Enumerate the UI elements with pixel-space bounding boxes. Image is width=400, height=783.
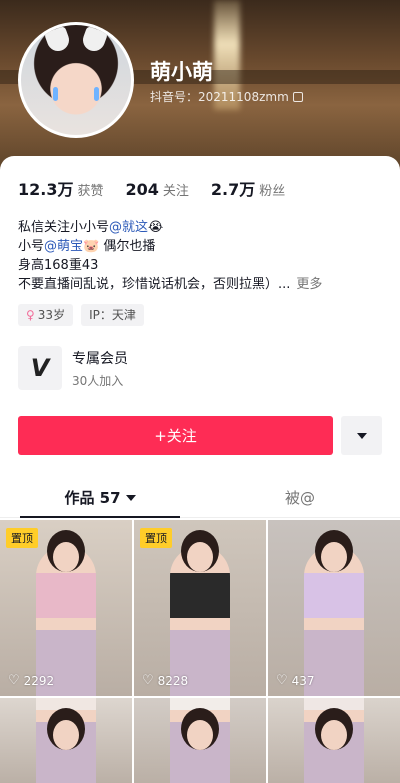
profile-header-background: 萌小萌 抖音号：20211108zmm: [0, 0, 400, 175]
stat-value: 2.7万: [210, 180, 256, 199]
bio-text: 私信关注小小号: [18, 220, 110, 235]
tab-works-label: 作品 57: [64, 489, 121, 507]
post-tile[interactable]: [134, 698, 266, 783]
mention-link[interactable]: @萌宝: [44, 239, 83, 254]
post-thumbnail-head: [53, 542, 79, 572]
female-icon: ♀: [26, 308, 35, 322]
caret-down-icon: [356, 432, 367, 439]
ip-text: IP：天津: [89, 308, 136, 322]
cat-ear-icon: [43, 25, 73, 55]
follow-button[interactable]: +关注: [18, 416, 333, 455]
membership-logo-icon: V: [18, 346, 62, 390]
douyin-id[interactable]: 抖音号：20211108zmm: [150, 88, 303, 105]
pinned-badge: 置顶: [140, 528, 172, 548]
heart-icon: ♡: [8, 673, 20, 688]
stat-followers[interactable]: 2.7万 粉丝: [211, 176, 285, 200]
pinned-badge: 置顶: [6, 528, 38, 548]
more-link[interactable]: 更多: [296, 277, 322, 292]
tab-mentions[interactable]: 被@: [200, 478, 400, 517]
post-grid: 置顶 ♡ 2292 置顶 ♡ 8228 ♡ 437: [0, 520, 400, 783]
age-text: 33岁: [37, 308, 66, 322]
caret-down-icon: [125, 494, 136, 501]
membership-entry[interactable]: V 专属会员 30人加入: [18, 346, 128, 390]
post-tile[interactable]: [268, 698, 400, 783]
heart-icon: ♡: [142, 673, 154, 688]
post-tile[interactable]: ♡ 437: [268, 520, 400, 696]
age-tag: ♀ 33岁: [18, 304, 74, 326]
stat-label: 关注: [162, 184, 189, 199]
profile-tags: ♀ 33岁 IP：天津: [18, 304, 144, 326]
copy-icon[interactable]: [292, 91, 303, 102]
post-thumbnail-head: [321, 542, 347, 572]
mention-link[interactable]: @就这: [109, 220, 148, 235]
bio: 私信关注小小号@就这😭 小号@萌宝🐷 偶尔也播 身高168重43 不要直播间乱说…: [18, 218, 388, 294]
stat-label: 粉丝: [259, 184, 286, 199]
stat-following[interactable]: 204 关注: [126, 180, 189, 199]
heart-icon: ♡: [276, 673, 288, 688]
tab-mentions-label: 被@: [284, 489, 315, 507]
bio-text: 偶尔也播: [99, 239, 156, 254]
content-tabs: 作品 57 被@: [0, 478, 400, 518]
nickname: 萌小萌: [150, 60, 213, 84]
stat-value: 12.3万: [18, 180, 74, 199]
ip-tag: IP：天津: [81, 304, 144, 326]
stat-label: 获赞: [77, 184, 104, 199]
profile-card: 12.3万 获赞 204 关注 2.7万 粉丝 私信关注小小号@就这😭 小号@萌…: [0, 156, 400, 783]
post-tile[interactable]: 置顶 ♡ 2292: [0, 520, 132, 696]
membership-title: 专属会员: [72, 350, 128, 367]
cat-ear-icon: [79, 25, 109, 55]
douyin-id-text: 抖音号：20211108zmm: [150, 90, 289, 104]
post-likes-count: 437: [291, 673, 315, 688]
bio-line: 不要直播间乱说，珍惜说话机会，否则拉黑）... 更多: [18, 275, 388, 294]
post-likes: ♡ 2292: [8, 673, 54, 688]
bio-line: 私信关注小小号@就这😭: [18, 218, 388, 237]
more-options-button[interactable]: [341, 416, 382, 455]
post-tile[interactable]: [0, 698, 132, 783]
post-thumbnail-head: [187, 542, 213, 572]
avatar[interactable]: [18, 22, 134, 138]
post-likes-count: 2292: [23, 673, 55, 688]
membership-text: 专属会员 30人加入: [72, 348, 128, 389]
bio-text: 小号: [18, 239, 45, 254]
post-thumbnail-head: [321, 720, 347, 750]
tear-icon: [94, 87, 99, 101]
tear-icon: [53, 87, 58, 101]
post-tile[interactable]: 置顶 ♡ 8228: [134, 520, 266, 696]
tab-works[interactable]: 作品 57: [0, 478, 200, 518]
bio-line: 小号@萌宝🐷 偶尔也播: [18, 237, 388, 256]
post-likes: ♡ 8228: [142, 673, 188, 688]
stats-row: 12.3万 获赞 204 关注 2.7万 粉丝: [18, 176, 285, 200]
post-thumbnail-head: [187, 720, 213, 750]
membership-count: 30人加入: [72, 373, 124, 388]
bio-line: 身高168重43: [18, 258, 99, 273]
pig-emoji-icon: 🐷: [83, 239, 100, 254]
post-likes: ♡ 437: [276, 673, 315, 688]
bio-text: 不要直播间乱说，珍惜说话机会，否则拉黑）...: [18, 277, 291, 292]
post-likes-count: 8228: [157, 673, 189, 688]
crying-emoji-icon: 😭: [148, 220, 164, 235]
stat-likes: 12.3万 获赞: [18, 176, 104, 200]
stat-value: 204: [125, 180, 159, 199]
post-thumbnail-head: [53, 720, 79, 750]
